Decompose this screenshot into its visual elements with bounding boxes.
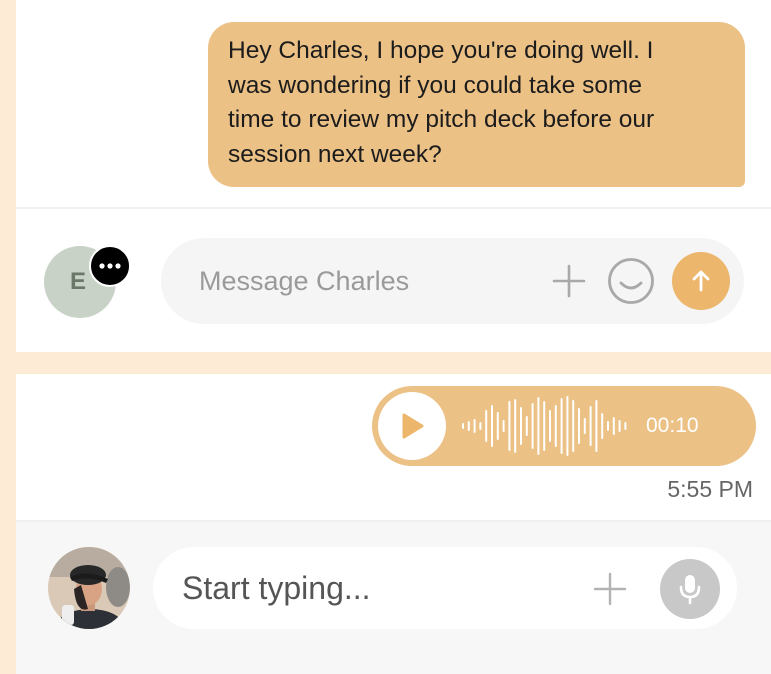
chat-panel-charles: Hey Charles, I hope you're doing well. I… [16,0,771,352]
message-line: was wondering if you could take some [228,71,642,99]
avatar-photo-icon [48,547,130,629]
chat-panel-voice: 00:10 5:55 PM Start typing... [16,374,771,674]
message-input-placeholder: Message Charles [199,266,410,296]
sent-message-bubble: Hey Charles, I hope you're doing well. I… [208,22,745,187]
divider [16,207,771,209]
message-input[interactable]: Message Charles [161,238,744,324]
message-timestamp: 5:55 PM [667,476,753,502]
voice-duration: 00:10 [646,414,699,437]
message-input-placeholder: Start typing... [182,570,371,606]
more-options-button[interactable] [89,245,131,287]
emoji-icon[interactable] [606,256,656,306]
more-options-icon [99,263,121,269]
microphone-icon [679,575,701,605]
user-avatar[interactable] [48,547,130,629]
message-input[interactable]: Start typing... [153,547,737,629]
message-line: session next week? [228,140,442,168]
send-button[interactable] [672,252,730,310]
play-icon [402,413,424,439]
message-line: Hey Charles, I hope you're doing well. I [228,37,654,64]
arrow-up-icon [692,270,710,292]
waveform-icon [462,396,627,456]
avatar-initial: E [69,268,86,295]
plus-icon[interactable] [551,263,587,299]
message-composer: E Message Charles [16,210,771,352]
message-composer: Start typing... [16,522,771,674]
voice-message: 00:10 [372,386,756,466]
message-line: time to review my pitch deck before our [228,106,655,133]
plus-icon[interactable] [593,572,627,606]
microphone-button[interactable] [660,559,720,619]
play-button[interactable] [378,392,446,460]
